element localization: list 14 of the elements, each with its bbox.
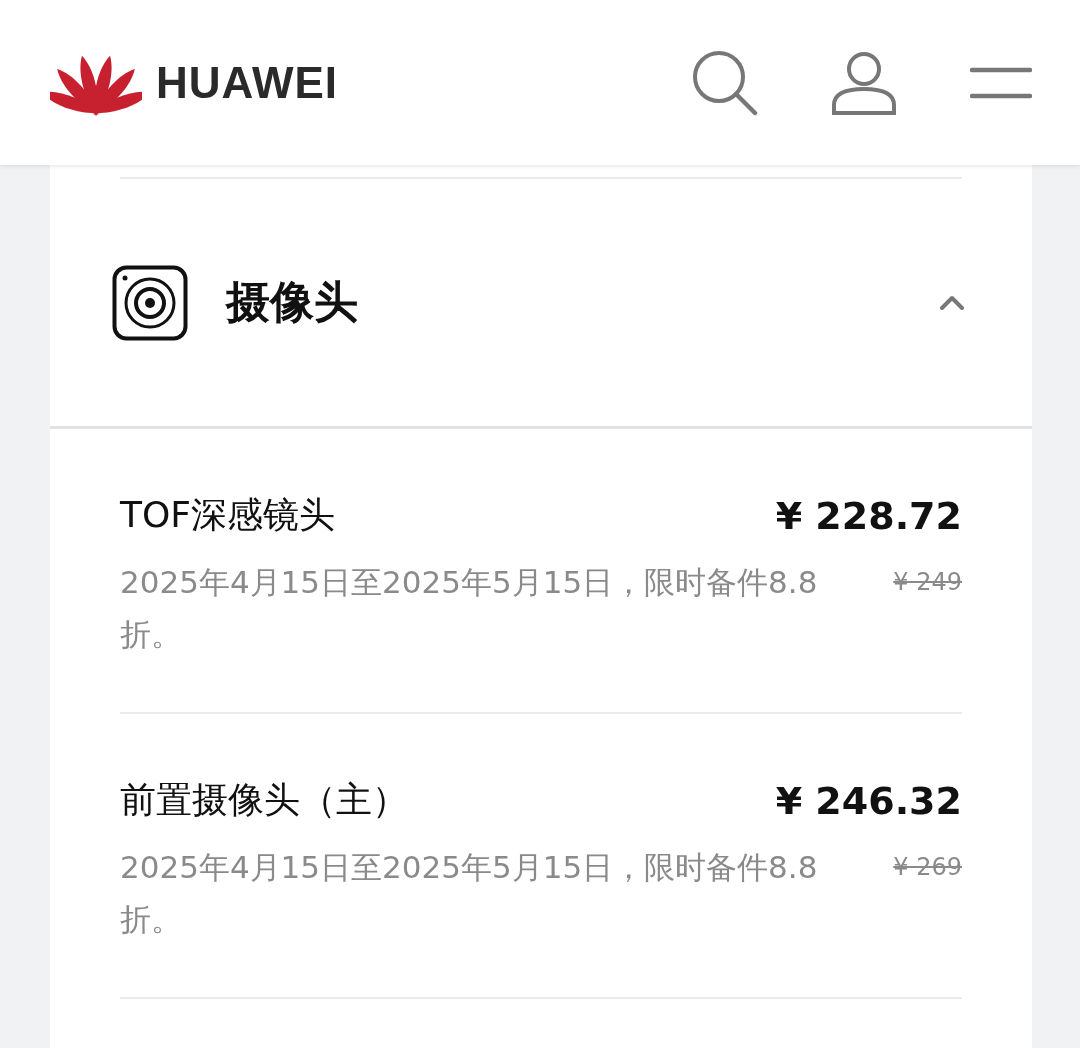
brand-name: HUAWEI bbox=[156, 57, 338, 108]
part-name: 前置摄像头（主） bbox=[120, 778, 408, 822]
promo-text: 2025年4月15日至2025年5月15日，限时备件8.8折。 bbox=[120, 563, 819, 654]
camera-icon bbox=[112, 264, 188, 341]
part-price: ¥ 246.32 bbox=[775, 778, 962, 823]
search-icon[interactable] bbox=[692, 49, 758, 116]
user-icon[interactable] bbox=[832, 50, 896, 115]
original-price: ¥ 269 bbox=[893, 852, 962, 883]
part-price: ¥ 228.72 bbox=[775, 493, 962, 538]
part-name: TOF深感镜头 bbox=[120, 493, 336, 537]
promo-text: 2025年4月15日至2025年5月15日，限时备件8.8折。 bbox=[120, 848, 819, 939]
menu-icon[interactable] bbox=[970, 66, 1032, 99]
section-title: 摄像头 bbox=[226, 276, 359, 328]
original-price: ¥ 249 bbox=[893, 567, 962, 598]
